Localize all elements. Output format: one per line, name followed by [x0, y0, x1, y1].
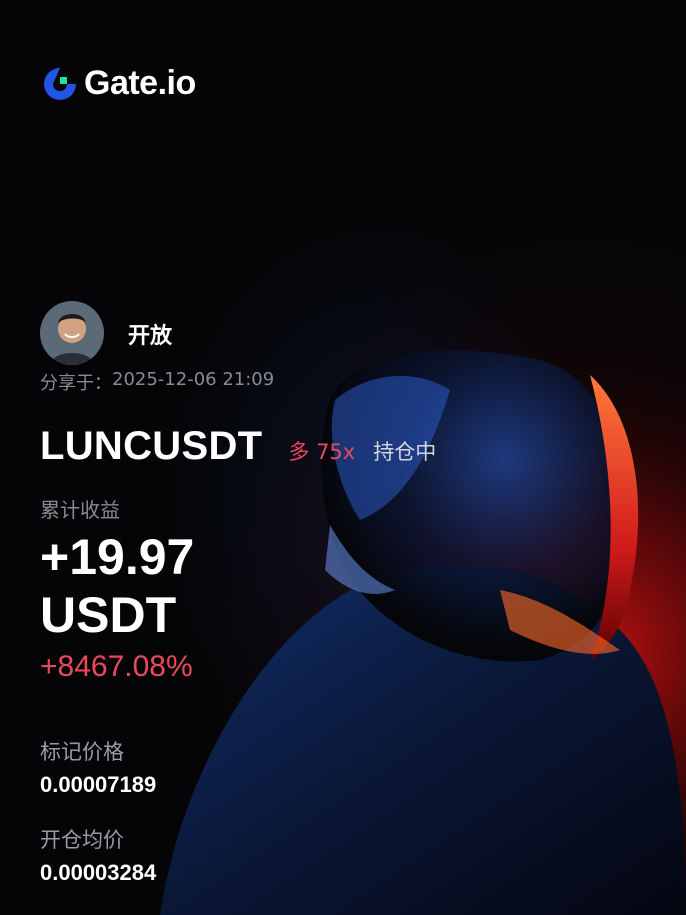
pnl-percent: +8467.08% [40, 650, 193, 683]
entry-price-value: 0.00003284 [40, 860, 157, 885]
share-time-value: 2025-12-06 21:09 [112, 369, 275, 390]
position-header: LUNCUSDT 多 75x 持仓中 [40, 424, 436, 469]
pnl-value: +19.97 [40, 529, 195, 585]
pnl-label: 累计收益 [40, 498, 120, 522]
share-timestamp: 分享于： 2025-12-06 21:09 [40, 369, 274, 395]
position-side-leverage: 多 75x [288, 440, 356, 464]
entry-price-label: 开仓均价 [40, 828, 124, 852]
trading-pair: LUNCUSDT [40, 424, 263, 468]
gate-logo: Gate.io [42, 64, 196, 103]
gate-logo-text: Gate.io [84, 64, 196, 102]
share-label: 分享于： [40, 373, 112, 394]
mark-price-value: 0.00007189 [40, 772, 157, 797]
mark-price-label: 标记价格 [40, 740, 124, 764]
gate-logo-icon [44, 67, 76, 100]
pnl-unit: USDT [40, 587, 177, 643]
avatar [40, 301, 104, 365]
user-avatar-icon [40, 301, 104, 365]
share-card: Gate.io 开放 分享于： 2025-12-06 21:09 LUNCUSD… [0, 0, 686, 915]
helmet-figure-illustration [120, 330, 686, 915]
username: 开放 [128, 324, 173, 349]
position-status: 持仓中 [373, 440, 437, 464]
